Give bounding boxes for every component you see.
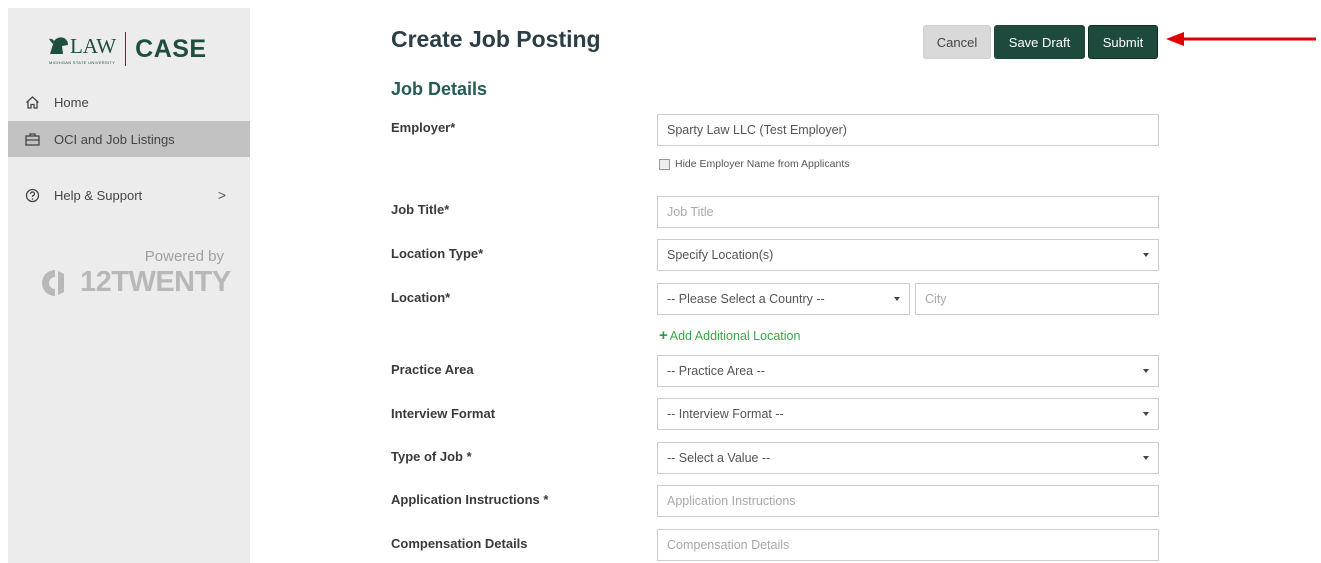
practice-area-select[interactable]: -- Practice Area -- xyxy=(657,355,1159,387)
sidebar-item-label: Help & Support xyxy=(54,187,143,203)
city-input[interactable]: City xyxy=(915,283,1159,315)
practice-area-value: -- Practice Area -- xyxy=(667,364,765,378)
sidebar-item-label: Home xyxy=(54,94,89,110)
case-logo[interactable]: LAW MICHIGAN STATE UNIVERSITY CASE xyxy=(48,28,207,70)
country-value: -- Please Select a Country -- xyxy=(667,292,825,306)
logo-divider xyxy=(125,32,127,66)
save-draft-button[interactable]: Save Draft xyxy=(994,25,1085,59)
sidebar-item-home[interactable]: Home xyxy=(8,84,250,120)
application-instructions-label: Application Instructions * xyxy=(391,492,549,507)
red-arrow-annotation-icon xyxy=(1166,32,1316,46)
job-title-input[interactable]: Job Title xyxy=(657,196,1159,228)
dropdown-caret-icon xyxy=(894,297,900,301)
hide-employer-checkbox[interactable] xyxy=(659,158,670,170)
submit-button[interactable]: Submit xyxy=(1088,25,1158,59)
job-type-value: -- Select a Value -- xyxy=(667,451,771,465)
twelve-twenty-text: 12TWENTY xyxy=(80,266,231,298)
logo-university-text: MICHIGAN STATE UNIVERSITY xyxy=(49,59,116,65)
application-instructions-input[interactable]: Application Instructions xyxy=(657,485,1159,517)
hide-employer-option[interactable]: Hide Employer Name from Applicants xyxy=(659,158,850,170)
job-type-label: Type of Job * xyxy=(391,449,472,464)
chevron-right-icon: > xyxy=(217,187,226,203)
compensation-input[interactable]: Compensation Details xyxy=(657,529,1159,561)
compensation-label: Compensation Details xyxy=(391,536,528,551)
job-type-select[interactable]: -- Select a Value -- xyxy=(657,442,1159,474)
hide-employer-label: Hide Employer Name from Applicants xyxy=(675,158,850,170)
twelve-twenty-logo: 12TWENTY xyxy=(42,266,231,299)
interview-format-value: -- Interview Format -- xyxy=(667,407,784,421)
sidebar-item-help-support[interactable]: Help & Support > xyxy=(8,177,250,213)
employer-field[interactable]: Sparty Law LLC (Test Employer) xyxy=(657,114,1159,146)
dropdown-caret-icon xyxy=(1143,412,1149,416)
location-type-select[interactable]: Specify Location(s) xyxy=(657,239,1159,271)
employer-label: Employer* xyxy=(391,120,456,135)
cancel-button[interactable]: Cancel xyxy=(923,25,991,59)
interview-format-select[interactable]: -- Interview Format -- xyxy=(657,398,1159,430)
country-select[interactable]: -- Please Select a Country -- xyxy=(657,283,910,315)
home-icon xyxy=(24,94,40,110)
dropdown-caret-icon xyxy=(1143,369,1149,373)
spartan-helmet-icon xyxy=(49,37,68,54)
location-label: Location* xyxy=(391,290,451,305)
logo-case-text: CASE xyxy=(135,34,207,63)
dropdown-caret-icon xyxy=(1143,456,1149,460)
sidebar-item-label: OCI and Job Listings xyxy=(54,131,175,147)
location-type-label: Location Type* xyxy=(391,246,484,261)
add-location-link[interactable]: + Add Additional Location xyxy=(659,327,800,344)
sidebar: LAW MICHIGAN STATE UNIVERSITY CASE Home … xyxy=(8,8,250,563)
sidebar-item-oci-job-listings[interactable]: OCI and Job Listings xyxy=(8,121,250,157)
page-title: Create Job Posting xyxy=(391,26,601,52)
help-icon xyxy=(24,187,40,203)
twelve-twenty-mark-icon xyxy=(42,269,64,296)
plus-icon: + xyxy=(659,327,668,344)
logo-law-text: LAW xyxy=(70,33,117,58)
add-location-label: Add Additional Location xyxy=(669,328,801,343)
section-title: Job Details xyxy=(391,79,488,99)
powered-by-text: Powered by xyxy=(144,248,224,265)
job-title-label: Job Title* xyxy=(391,202,450,217)
dropdown-caret-icon xyxy=(1143,253,1149,257)
msu-law-logo: LAW MICHIGAN STATE UNIVERSITY xyxy=(48,34,116,65)
briefcase-icon xyxy=(24,131,40,147)
location-type-value: Specify Location(s) xyxy=(667,248,774,262)
interview-format-label: Interview Format xyxy=(391,406,496,421)
practice-area-label: Practice Area xyxy=(391,362,474,377)
